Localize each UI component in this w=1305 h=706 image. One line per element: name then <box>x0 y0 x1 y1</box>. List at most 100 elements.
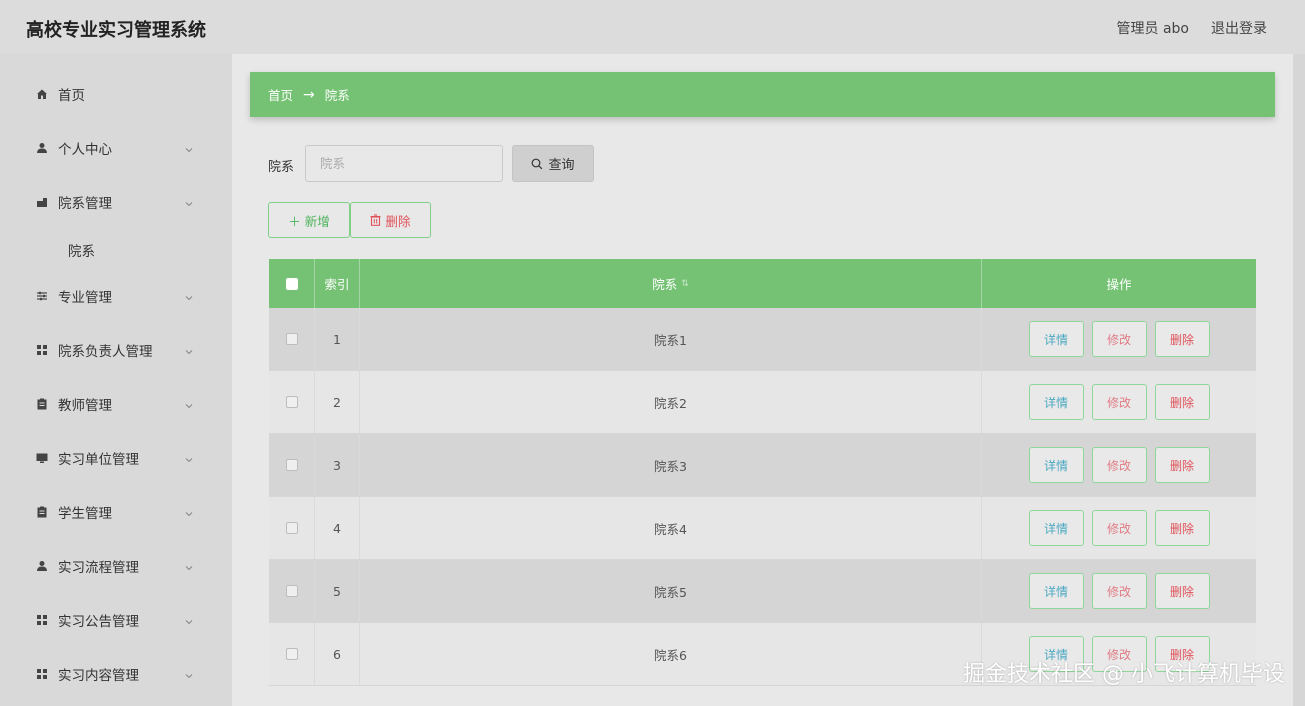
detail-button[interactable]: 详情 <box>1028 510 1084 546</box>
sidebar-item-label: 院系负责人管理 <box>58 344 153 360</box>
row-checkbox[interactable] <box>285 522 298 534</box>
sidebar-item-label: 个人中心 <box>58 142 112 158</box>
sidebar-item-6[interactable]: 教师管理 <box>0 384 232 424</box>
grid-icon <box>36 344 48 356</box>
table-body: 1 院系1 详情 修改 删除 2 院系2 详情 修改 删除 3 院系3 详情 修改 删除 4 院系4 详情 修改 删除… <box>269 308 1256 686</box>
edit-button[interactable]: 修改 <box>1091 573 1147 609</box>
detail-button[interactable]: 详情 <box>1028 384 1084 420</box>
sidebar-item-10[interactable]: 实习公告管理 <box>0 600 232 640</box>
search-icon <box>532 158 543 169</box>
row-department-name: 院系2 <box>360 371 982 433</box>
user-icon <box>36 142 48 154</box>
row-checkbox[interactable] <box>285 333 298 345</box>
sidebar-item-4[interactable]: 专业管理 <box>0 276 232 316</box>
header-department[interactable]: 院系 ⇅ <box>360 259 982 308</box>
watermark: 掘金技术社区 @ 小飞计算机毕设 <box>963 662 1285 687</box>
detail-button[interactable]: 详情 <box>1028 321 1084 357</box>
clipboard-icon <box>36 506 48 518</box>
sidebar-item-label: 教师管理 <box>58 398 112 414</box>
vertical-scrollbar[interactable] <box>1293 54 1305 706</box>
edit-button[interactable]: 修改 <box>1091 510 1147 546</box>
user-icon <box>36 560 48 572</box>
sidebar: 首页个人中心院系管理院系专业管理院系负责人管理 教师管理实习单位管理学生管理实习流… <box>0 54 232 706</box>
breadcrumb-separator: → <box>303 86 315 103</box>
chevron-down-icon <box>184 561 194 571</box>
header-operations: 操作 <box>1106 277 1132 292</box>
row-index: 5 <box>315 560 360 622</box>
department-table: 索引 院系 ⇅ 操作 1 院系1 详情 修改 删除 2 院系2 详情 修改 删除 3 院系3 详情 修改删… <box>269 259 1256 686</box>
row-department-name: 院系1 <box>360 308 982 370</box>
delete-button[interactable]: 删除 <box>1154 321 1210 357</box>
sidebar-item-label: 实习流程管理 <box>58 560 139 576</box>
breadcrumb-current: 院系 <box>324 88 350 103</box>
sidebar-item-label: 实习单位管理 <box>58 452 139 468</box>
header-index: 索引 <box>315 259 360 308</box>
delete-button[interactable]: 删除 <box>1154 447 1210 483</box>
sidebar-item-3[interactable]: 院系 <box>0 230 232 270</box>
header-checkbox-cell <box>269 259 315 308</box>
row-operations: 详情 修改 删除 <box>982 371 1256 433</box>
delete-button[interactable]: 删除 <box>1154 510 1210 546</box>
trash-icon <box>370 214 381 226</box>
row-checkbox-cell <box>269 623 315 685</box>
row-checkbox[interactable] <box>285 585 298 597</box>
row-index: 2 <box>315 371 360 433</box>
chevron-down-icon <box>184 669 194 679</box>
row-department-name: 院系5 <box>360 560 982 622</box>
chevron-down-icon <box>184 399 194 409</box>
row-checkbox[interactable] <box>285 396 298 408</box>
search-button-label: 查询 <box>548 158 575 173</box>
edit-button[interactable]: 修改 <box>1091 447 1147 483</box>
table-row: 1 院系1 详情 修改 删除 <box>269 308 1256 371</box>
chevron-down-icon <box>184 197 194 207</box>
sort-icon[interactable]: ⇅ <box>681 279 689 289</box>
row-department-name: 院系4 <box>360 497 982 559</box>
plus-icon: ＋ <box>288 213 301 229</box>
edit-button[interactable]: 修改 <box>1091 321 1147 357</box>
sidebar-item-8[interactable]: 学生管理 <box>0 492 232 532</box>
grid-icon <box>36 668 48 680</box>
sidebar-item-11[interactable]: 实习内容管理 <box>0 654 232 694</box>
logout-link[interactable]: 退出登录 <box>1211 18 1267 38</box>
building-icon <box>36 196 48 208</box>
select-all-checkbox[interactable] <box>285 277 298 290</box>
row-checkbox[interactable] <box>285 648 298 660</box>
row-index: 1 <box>315 308 360 370</box>
add-button[interactable]: ＋ 新增 <box>268 202 350 238</box>
sidebar-item-label: 实习内容管理 <box>58 668 139 684</box>
sidebar-item-2[interactable]: 院系管理 <box>0 182 232 222</box>
search-input[interactable] <box>305 145 503 182</box>
chevron-down-icon <box>184 507 194 517</box>
sidebar-item-5[interactable]: 院系负责人管理 <box>0 330 232 370</box>
sidebar-item-7[interactable]: 实习单位管理 <box>0 438 232 478</box>
delete-button[interactable]: 删除 <box>1154 384 1210 420</box>
chevron-down-icon <box>184 143 194 153</box>
sidebar-item-label: 实习公告管理 <box>58 614 139 630</box>
chevron-down-icon <box>184 345 194 355</box>
breadcrumb-home[interactable]: 首页 <box>268 85 293 104</box>
sidebar-item-9[interactable]: 实习流程管理 <box>0 546 232 586</box>
batch-delete-button[interactable]: 删除 <box>350 202 431 238</box>
delete-button[interactable]: 删除 <box>1154 573 1210 609</box>
top-right-actions: 管理员 abo 退出登录 <box>1117 18 1267 38</box>
row-checkbox-cell <box>269 371 315 433</box>
detail-button[interactable]: 详情 <box>1028 573 1084 609</box>
sidebar-item-1[interactable]: 个人中心 <box>0 128 232 168</box>
sidebar-item-label: 院系 <box>68 244 95 260</box>
row-index: 3 <box>315 434 360 496</box>
search-label: 院系 <box>268 160 295 175</box>
row-operations: 详情 修改 删除 <box>982 497 1256 559</box>
chevron-down-icon <box>184 453 194 463</box>
edit-button[interactable]: 修改 <box>1091 384 1147 420</box>
current-user-label: 管理员 abo <box>1116 21 1189 37</box>
chevron-down-icon <box>184 291 194 301</box>
row-operations: 详情 修改 删除 <box>982 434 1256 496</box>
row-checkbox[interactable] <box>285 459 298 471</box>
search-button[interactable]: 查询 <box>512 145 594 182</box>
grid-icon <box>36 614 48 626</box>
sidebar-item-label: 首页 <box>58 88 85 104</box>
add-button-label: 新增 <box>304 213 330 229</box>
detail-button[interactable]: 详情 <box>1028 447 1084 483</box>
sidebar-item-0[interactable]: 首页 <box>0 74 232 114</box>
chevron-down-icon <box>184 615 194 625</box>
